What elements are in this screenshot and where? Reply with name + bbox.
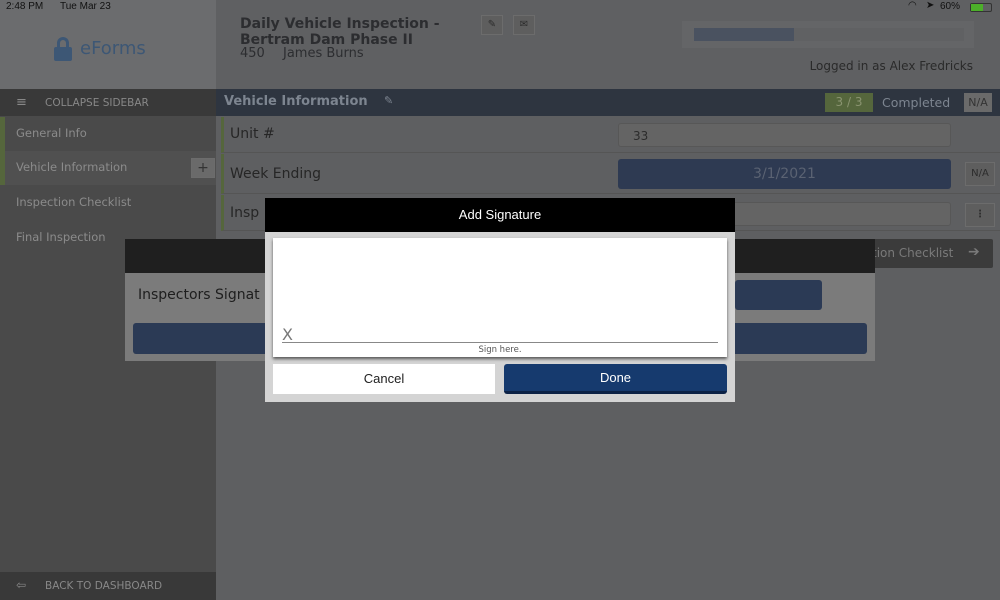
progress-bar bbox=[682, 21, 974, 48]
pencil-icon: ✎ bbox=[487, 19, 497, 30]
signature-line bbox=[282, 342, 718, 343]
add-signature-modal: Add Signature X Sign here. Cancel Done bbox=[265, 198, 735, 402]
back-to-dashboard-button[interactable]: ⇦ BACK TO DASHBOARD bbox=[0, 572, 216, 600]
status-date: Tue Mar 23 bbox=[60, 1, 111, 12]
pencil-icon[interactable]: ✎ bbox=[384, 94, 393, 107]
collapse-sidebar-button[interactable]: ≡ COLLAPSE SIDEBAR bbox=[0, 89, 216, 116]
completion-status: Completed bbox=[882, 95, 951, 110]
logo-text: eForms bbox=[80, 38, 146, 59]
sidebar-item-inspection-checklist[interactable]: Inspection Checklist bbox=[0, 186, 216, 220]
field-row-week-ending: Week Ending 3/1/2021 N/A bbox=[221, 154, 1000, 194]
form-user: James Burns bbox=[283, 46, 364, 61]
section-bar: Vehicle Information ✎ 3 / 3 Completed N/… bbox=[216, 89, 1000, 116]
field-label: Unit # bbox=[230, 126, 275, 142]
signature-canvas[interactable]: X Sign here. bbox=[273, 238, 727, 357]
wifi-icon: ◠ bbox=[908, 0, 917, 11]
sidebar-item-label: Vehicle Information bbox=[16, 160, 128, 174]
arrow-left-icon: ⇦ bbox=[16, 578, 27, 592]
location-icon: ➤ bbox=[926, 0, 935, 11]
field-row-unit: Unit # 33 bbox=[221, 117, 1000, 153]
arrow-right-icon: ➔ bbox=[968, 244, 980, 260]
lock-icon bbox=[54, 37, 72, 61]
completion-count: 3 / 3 bbox=[825, 93, 873, 112]
form-title-line1: Daily Vehicle Inspection - bbox=[240, 16, 440, 32]
logged-in-text: Logged in as Alex Fredricks bbox=[809, 59, 973, 73]
field-label: Week Ending bbox=[230, 166, 322, 182]
section-na-button[interactable]: N/A bbox=[964, 93, 992, 112]
field-label: Insp bbox=[230, 205, 260, 221]
menu-icon: ≡ bbox=[16, 95, 27, 110]
edit-button[interactable]: ✎ bbox=[481, 15, 503, 35]
form-number: 450 bbox=[240, 46, 265, 61]
na-button[interactable]: N/A bbox=[965, 162, 995, 186]
signature-button[interactable] bbox=[735, 280, 822, 310]
status-bar: 2:48 PM Tue Mar 23 ◠ ➤ 60% bbox=[0, 0, 1000, 14]
battery-percent: 60% bbox=[940, 1, 961, 12]
sidebar-item-general-info[interactable]: General Info bbox=[0, 117, 216, 151]
add-button[interactable]: + bbox=[191, 158, 215, 178]
modal-title: Add Signature bbox=[265, 198, 735, 232]
section-title: Vehicle Information bbox=[224, 94, 368, 109]
status-time: 2:48 PM bbox=[6, 1, 44, 12]
battery-charging-icon bbox=[970, 3, 992, 12]
inspector-signature-label: Inspectors Signat bbox=[138, 287, 260, 303]
email-button[interactable]: ✉ bbox=[513, 15, 535, 35]
sign-here-hint: Sign here. bbox=[478, 345, 522, 355]
more-options-button[interactable]: ⋮ bbox=[965, 203, 995, 227]
cancel-button[interactable]: Cancel bbox=[273, 364, 495, 394]
envelope-icon: ✉ bbox=[519, 19, 529, 30]
week-ending-date-button[interactable]: 3/1/2021 bbox=[618, 159, 951, 189]
unit-input[interactable]: 33 bbox=[618, 123, 951, 147]
sidebar-item-vehicle-information[interactable]: Vehicle Information + bbox=[0, 151, 216, 185]
done-button[interactable]: Done bbox=[504, 364, 727, 394]
